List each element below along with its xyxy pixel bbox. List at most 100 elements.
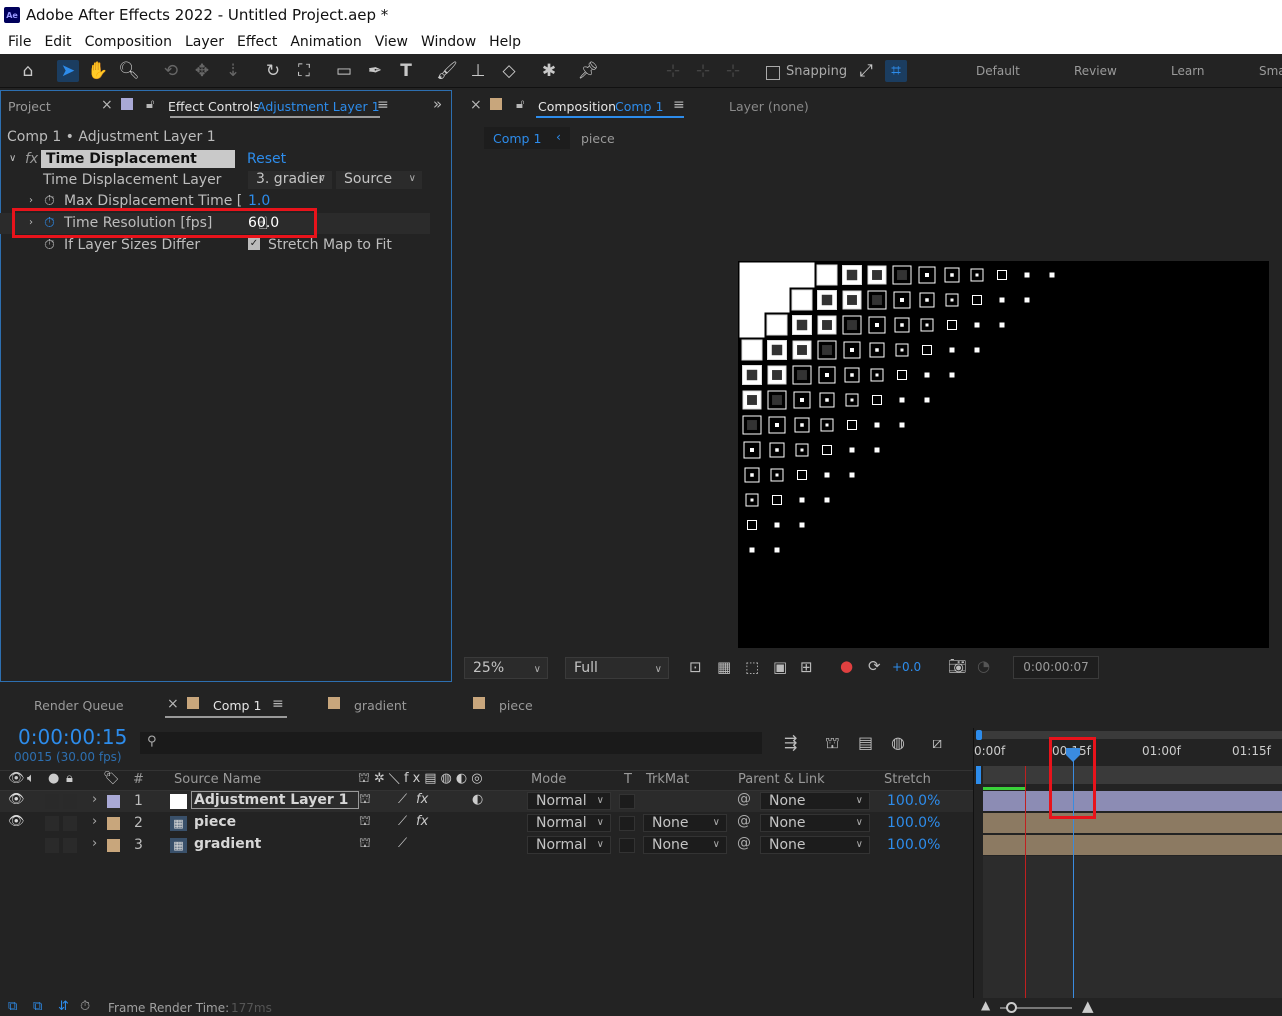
column-parent[interactable]: Parent & Link — [738, 772, 825, 787]
fx-icon[interactable]: fx — [25, 151, 38, 167]
menu-file[interactable]: File — [8, 34, 31, 50]
dolly-camera-icon[interactable]: ⇣ — [222, 60, 244, 82]
clone-stamp-tool-icon[interactable]: ⊥ — [467, 60, 489, 82]
frame-blending-icon[interactable]: ▤ — [858, 733, 873, 752]
column-stretch[interactable]: Stretch — [884, 772, 931, 787]
anchor-point-tool-icon[interactable]: ⛶ — [293, 60, 315, 82]
nav-piece[interactable]: piece — [581, 131, 615, 146]
audio-toggle[interactable] — [45, 838, 59, 853]
column-trkmat[interactable]: TrkMat — [646, 772, 689, 787]
type-tool-icon[interactable]: T — [395, 60, 417, 82]
workspace-small-screen[interactable]: Sma — [1259, 64, 1282, 78]
transfer-controls-toggle-icon[interactable]: ⧉ — [33, 999, 42, 1014]
selection-tool-icon[interactable]: ➤ — [57, 60, 79, 82]
layer-bar-gradient[interactable] — [983, 835, 1282, 855]
puppet-pin-tool-icon[interactable]: 📌︎ — [577, 60, 599, 82]
pickwhip-icon[interactable]: @ — [737, 791, 751, 807]
brush-tool-icon[interactable]: 🖌︎ — [436, 60, 458, 82]
label-color-swatch[interactable] — [107, 817, 120, 830]
lock-header-icon[interactable]: 🔒︎ — [66, 771, 73, 786]
graph-editor-icon[interactable]: ⧄ — [932, 733, 942, 753]
tab-comp1[interactable]: Comp 1 — [213, 698, 261, 713]
expand-chevron-icon[interactable]: › — [29, 195, 33, 206]
local-axis-icon[interactable]: ⊹ — [662, 60, 684, 82]
effect-controls-target[interactable]: Adjustment Layer 1 — [257, 99, 380, 114]
tab-composition[interactable]: Composition — [538, 99, 616, 114]
menu-composition[interactable]: Composition — [85, 34, 172, 50]
lock-toggle[interactable] — [63, 794, 77, 809]
menu-animation[interactable]: Animation — [290, 34, 361, 50]
preserve-transparency-toggle[interactable] — [619, 816, 635, 831]
roto-brush-tool-icon[interactable]: ✱ — [538, 60, 560, 82]
layer-name[interactable]: piece — [194, 814, 236, 830]
shy-switch-icon[interactable]: ⛫ — [359, 814, 371, 831]
lock-toggle[interactable] — [63, 816, 77, 831]
resolution-dropdown[interactable]: Full ∨ — [565, 657, 669, 679]
tab-gradient[interactable]: gradient — [354, 698, 407, 713]
shy-layers-icon[interactable]: ⛫ — [825, 733, 840, 754]
quality-switch-icon[interactable]: ⟋ — [398, 814, 407, 829]
tab-project[interactable]: Project — [8, 99, 51, 114]
menu-layer[interactable]: Layer — [185, 34, 224, 50]
empty-track-area[interactable] — [983, 856, 1282, 998]
tab-layer[interactable]: Layer (none) — [729, 99, 809, 114]
exposure-value[interactable]: +0.0 — [892, 660, 921, 674]
comp-canvas[interactable] — [738, 261, 1269, 648]
reset-link[interactable]: Reset — [247, 151, 286, 167]
effect-name[interactable]: Time Displacement — [41, 150, 235, 168]
workspace-learn[interactable]: Learn — [1171, 64, 1205, 78]
zoom-tool-icon[interactable]: 🔍︎ — [118, 60, 140, 82]
menu-help[interactable]: Help — [489, 34, 521, 50]
title-safe-icon[interactable]: ▣ — [773, 658, 787, 676]
mask-visibility-icon[interactable]: ⬚ — [745, 658, 759, 676]
audio-switch-header-icon[interactable]: 🔈︎ — [27, 771, 35, 786]
lock-icon[interactable]: 🔓︎ — [146, 97, 154, 112]
panel-menu-icon[interactable]: ≡ — [272, 696, 284, 712]
preserve-transparency-toggle[interactable] — [619, 838, 635, 853]
menu-view[interactable]: View — [375, 34, 408, 50]
zoom-in-icon[interactable]: ▲ — [1082, 997, 1094, 1015]
tab-composition-name[interactable]: Comp 1 — [615, 99, 663, 114]
stretch-value[interactable]: 100.0% — [887, 837, 940, 853]
workspace-review[interactable]: Review — [1074, 64, 1117, 78]
collapse-chevron-icon[interactable]: ∨ — [9, 153, 16, 164]
source-dropdown[interactable]: Source ∨ — [336, 171, 422, 189]
panel-menu-icon[interactable]: ≡ — [377, 97, 389, 113]
tab-effect-controls[interactable]: Effect Controls — [168, 99, 260, 114]
zoom-out-icon[interactable]: ▲ — [981, 998, 990, 1012]
checkbox-checked-icon[interactable]: ✓ — [248, 238, 260, 250]
hand-tool-icon[interactable]: ✋ — [87, 60, 109, 82]
label-color-swatch[interactable] — [107, 795, 120, 808]
expand-chevron-icon[interactable]: › — [92, 836, 97, 851]
layer-row[interactable]: 👁︎ › 2 ▦ piece ⛫ ⟋ fx Normal ∨ None ∨ @ No… — [0, 813, 973, 834]
layer-name[interactable]: gradient — [194, 836, 261, 852]
nav-comp1[interactable]: Comp 1 — [493, 131, 541, 146]
parent-dropdown[interactable]: None ∨ — [760, 836, 870, 854]
viewer-timecode[interactable]: 0:00:00:07 — [1013, 656, 1099, 679]
color-channels-icon[interactable]: ● — [840, 657, 853, 675]
lock-icon[interactable]: 🔓︎ — [516, 97, 524, 112]
solo-header-icon[interactable]: ● — [48, 771, 59, 786]
pen-tool-icon[interactable]: ✒ — [364, 60, 386, 82]
world-axis-icon[interactable]: ⊹ — [692, 60, 714, 82]
home-icon[interactable]: ⌂ — [17, 60, 39, 82]
lock-toggle[interactable] — [63, 838, 77, 853]
label-tag-header-icon[interactable]: 🏷︎ — [103, 771, 120, 786]
eye-visibility-icon[interactable]: 👁︎ — [8, 814, 25, 829]
show-snapshot-icon[interactable]: ◔ — [977, 657, 990, 675]
roi-icon[interactable]: ⊡ — [689, 658, 702, 676]
layer-dropdown[interactable]: 3. gradier ∨ — [248, 171, 332, 189]
orbit-camera-icon[interactable]: ⟲ — [160, 60, 182, 82]
adjustment-layer-switch-icon[interactable]: ◐ — [472, 792, 483, 807]
menu-edit[interactable]: Edit — [44, 34, 71, 50]
stretch-value[interactable]: 100.0% — [887, 815, 940, 831]
current-time-display[interactable]: 0:00:00:15 — [18, 725, 127, 749]
video-switch-header-icon[interactable]: 👁︎ — [8, 771, 25, 786]
snap-features-icon[interactable]: ⌗ — [885, 60, 907, 82]
stopwatch-icon[interactable]: ⏱ — [44, 237, 55, 253]
transparency-grid-icon[interactable]: ▦ — [717, 658, 731, 676]
panel-menu-icon[interactable]: ≡ — [673, 97, 685, 113]
column-source-name[interactable]: Source Name — [174, 772, 261, 787]
trkmat-dropdown[interactable]: None ∨ — [643, 836, 727, 854]
reset-exposure-icon[interactable]: ⟳ — [868, 657, 881, 675]
